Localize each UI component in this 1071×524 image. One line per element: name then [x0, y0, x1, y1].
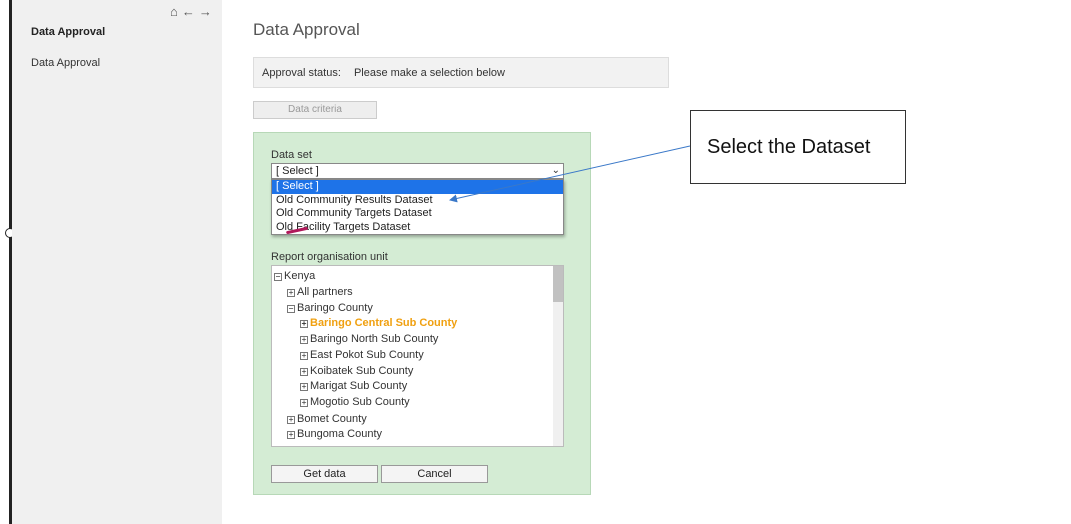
expand-icon[interactable]: + — [300, 320, 308, 328]
approval-status-label: Approval status: — [262, 67, 341, 79]
tree-node[interactable]: + Mogotio Sub County — [300, 396, 410, 408]
back-arrow-icon[interactable]: ← — [182, 4, 199, 19]
dataset-option[interactable]: Old Facility Targets Dataset — [272, 221, 563, 235]
tree-scrollbar[interactable] — [553, 266, 563, 446]
callout-box: Select the Dataset — [690, 110, 906, 184]
orgunit-label: Report organisation unit — [271, 251, 388, 263]
tree-node[interactable]: − Baringo County — [287, 302, 373, 314]
dataset-select[interactable]: [ Select ] ⌄ — [271, 163, 564, 179]
tree-node-selected[interactable]: + Baringo Central Sub County — [300, 317, 457, 329]
dataset-option[interactable]: Old Community Targets Dataset — [272, 207, 563, 221]
tree-node[interactable]: − Kenya — [274, 270, 315, 282]
sidebar: ⌂←→ Data Approval Data Approval — [12, 0, 222, 524]
tree-node[interactable]: + All partners — [287, 286, 353, 298]
tree-scrollbar-thumb[interactable] — [553, 266, 563, 302]
nav-icons: ⌂←→ — [170, 4, 216, 19]
sidebar-heading: Data Approval — [31, 26, 106, 38]
dataset-option[interactable]: Old Community Results Dataset — [272, 194, 563, 208]
dataset-selected-value: [ Select ] — [276, 165, 319, 177]
tree-node[interactable]: + Bomet County — [287, 413, 367, 425]
chevron-down-icon: ⌄ — [551, 165, 560, 176]
get-data-button[interactable]: Get data — [271, 465, 378, 483]
tree-node[interactable]: + Koibatek Sub County — [300, 365, 413, 377]
page-title: Data Approval — [253, 20, 360, 39]
sidebar-item-data-approval[interactable]: Data Approval — [31, 57, 100, 69]
dataset-option[interactable]: [ Select ] — [272, 180, 563, 194]
approval-status-bar: Approval status: Please make a selection… — [253, 57, 669, 88]
tree-node[interactable]: + Marigat Sub County — [300, 380, 407, 392]
data-criteria-tab[interactable]: Data criteria — [253, 101, 377, 119]
home-icon[interactable]: ⌂ — [170, 4, 182, 19]
expand-icon[interactable]: + — [300, 352, 308, 360]
expand-icon[interactable]: + — [300, 399, 308, 407]
dataset-label: Data set — [271, 149, 312, 161]
collapse-icon[interactable]: − — [287, 305, 295, 313]
expand-icon[interactable]: + — [287, 416, 295, 424]
tree-node[interactable]: + East Pokot Sub County — [300, 349, 424, 361]
expand-icon[interactable]: + — [300, 368, 308, 376]
expand-icon[interactable]: + — [287, 289, 295, 297]
cancel-button[interactable]: Cancel — [381, 465, 488, 483]
forward-arrow-icon[interactable]: → — [199, 4, 216, 19]
expand-icon[interactable]: + — [287, 431, 295, 439]
approval-status-value: Please make a selection below — [353, 67, 505, 79]
orgunit-tree: − Kenya + All partners − Baringo County + Ba… — [271, 265, 564, 447]
collapse-icon[interactable]: − — [274, 273, 282, 281]
expand-icon[interactable]: + — [300, 383, 308, 391]
tree-node[interactable]: + Baringo North Sub County — [300, 333, 438, 345]
expand-icon[interactable]: + — [300, 336, 308, 344]
tree-node[interactable]: + Bungoma County — [287, 428, 382, 440]
dataset-dropdown-list: [ Select ] Old Community Results Dataset… — [271, 179, 564, 235]
